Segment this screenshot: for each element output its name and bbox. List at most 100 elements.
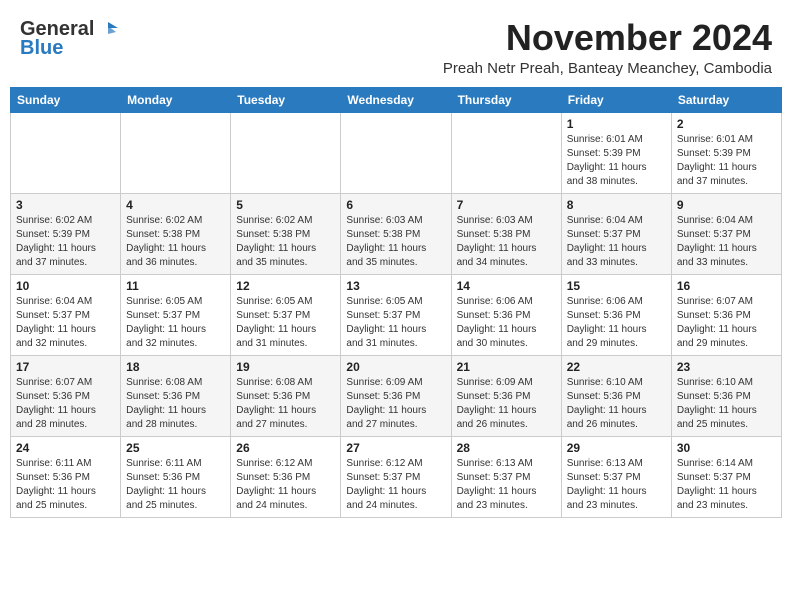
day-number: 28 (457, 441, 556, 455)
day-info: Sunrise: 6:05 AMSunset: 5:37 PMDaylight:… (346, 295, 445, 351)
day-number: 5 (236, 198, 335, 212)
calendar-cell (121, 112, 231, 193)
day-info: Sunrise: 6:13 AMSunset: 5:37 PMDaylight:… (457, 457, 556, 513)
calendar-cell: 7 Sunrise: 6:03 AMSunset: 5:38 PMDaylight… (451, 193, 561, 274)
day-info: Sunrise: 6:08 AMSunset: 5:36 PMDaylight:… (236, 376, 335, 432)
day-number: 20 (346, 360, 445, 374)
day-info: Sunrise: 6:12 AMSunset: 5:36 PMDaylight:… (236, 457, 335, 513)
day-number: 29 (567, 441, 666, 455)
calendar-cell: 27 Sunrise: 6:12 AMSunset: 5:37 PMDayligh… (341, 436, 451, 517)
day-info: Sunrise: 6:06 AMSunset: 5:36 PMDaylight:… (457, 295, 556, 351)
calendar-cell: 30Sunrise: 6:14 AMSunset: 5:37 PMDayligh… (671, 436, 781, 517)
calendar-week-row: 10 Sunrise: 6:04 AMSunset: 5:37 PMDayligh… (11, 274, 782, 355)
day-number: 2 (677, 117, 776, 131)
day-number: 21 (457, 360, 556, 374)
day-info: Sunrise: 6:01 AMSunset: 5:39 PMDaylight:… (567, 133, 666, 189)
day-info: Sunrise: 6:02 AMSunset: 5:39 PMDaylight:… (16, 214, 115, 270)
calendar-week-row: 1 Sunrise: 6:01 AMSunset: 5:39 PMDaylight… (11, 112, 782, 193)
calendar-cell: 24 Sunrise: 6:11 AMSunset: 5:36 PMDayligh… (11, 436, 121, 517)
calendar-cell: 11Sunrise: 6:05 AMSunset: 5:37 PMDayligh… (121, 274, 231, 355)
day-info: Sunrise: 6:01 AMSunset: 5:39 PMDaylight:… (677, 133, 776, 189)
weekday-header-friday: Friday (561, 87, 671, 112)
calendar-week-row: 17 Sunrise: 6:07 AMSunset: 5:36 PMDayligh… (11, 355, 782, 436)
calendar-cell: 6 Sunrise: 6:03 AMSunset: 5:38 PMDaylight… (341, 193, 451, 274)
day-info: Sunrise: 6:11 AMSunset: 5:36 PMDaylight:… (16, 457, 115, 513)
day-info: Sunrise: 6:07 AMSunset: 5:36 PMDaylight:… (16, 376, 115, 432)
day-info: Sunrise: 6:02 AMSunset: 5:38 PMDaylight:… (126, 214, 225, 270)
calendar-cell: 3 Sunrise: 6:02 AMSunset: 5:39 PMDaylight… (11, 193, 121, 274)
page-header: General Blue November 2024 Preah Netr Pr… (10, 10, 782, 81)
calendar-week-row: 24 Sunrise: 6:11 AMSunset: 5:36 PMDayligh… (11, 436, 782, 517)
weekday-header-monday: Monday (121, 87, 231, 112)
calendar-cell: 26 Sunrise: 6:12 AMSunset: 5:36 PMDayligh… (231, 436, 341, 517)
day-info: Sunrise: 6:04 AMSunset: 5:37 PMDaylight:… (16, 295, 115, 351)
day-number: 3 (16, 198, 115, 212)
day-info: Sunrise: 6:09 AMSunset: 5:36 PMDaylight:… (346, 376, 445, 432)
calendar-cell: 1 Sunrise: 6:01 AMSunset: 5:39 PMDaylight… (561, 112, 671, 193)
calendar-cell: 13Sunrise: 6:05 AMSunset: 5:37 PMDayligh… (341, 274, 451, 355)
day-info: Sunrise: 6:12 AMSunset: 5:37 PMDaylight:… (346, 457, 445, 513)
month-title: November 2024 (443, 18, 772, 58)
calendar-cell: 28 Sunrise: 6:13 AMSunset: 5:37 PMDayligh… (451, 436, 561, 517)
day-number: 10 (16, 279, 115, 293)
day-info: Sunrise: 6:10 AMSunset: 5:36 PMDaylight:… (677, 376, 776, 432)
day-number: 24 (16, 441, 115, 455)
weekday-header-thursday: Thursday (451, 87, 561, 112)
day-number: 30 (677, 441, 776, 455)
calendar-cell (451, 112, 561, 193)
weekday-header-tuesday: Tuesday (231, 87, 341, 112)
day-number: 16 (677, 279, 776, 293)
calendar-cell (11, 112, 121, 193)
day-number: 15 (567, 279, 666, 293)
calendar-cell: 10 Sunrise: 6:04 AMSunset: 5:37 PMDayligh… (11, 274, 121, 355)
day-info: Sunrise: 6:07 AMSunset: 5:36 PMDaylight:… (677, 295, 776, 351)
calendar-cell: 17 Sunrise: 6:07 AMSunset: 5:36 PMDayligh… (11, 355, 121, 436)
calendar-cell: 9 Sunrise: 6:04 AMSunset: 5:37 PMDaylight… (671, 193, 781, 274)
day-number: 25 (126, 441, 225, 455)
day-info: Sunrise: 6:05 AMSunset: 5:37 PMDaylight:… (126, 295, 225, 351)
calendar-cell: 18 Sunrise: 6:08 AMSunset: 5:36 PMDayligh… (121, 355, 231, 436)
day-number: 22 (567, 360, 666, 374)
calendar-cell: 2 Sunrise: 6:01 AMSunset: 5:39 PMDaylight… (671, 112, 781, 193)
calendar-table: SundayMondayTuesdayWednesdayThursdayFrid… (10, 87, 782, 518)
calendar-cell: 16 Sunrise: 6:07 AMSunset: 5:36 PMDayligh… (671, 274, 781, 355)
calendar-cell: 29 Sunrise: 6:13 AMSunset: 5:37 PMDayligh… (561, 436, 671, 517)
day-info: Sunrise: 6:13 AMSunset: 5:37 PMDaylight:… (567, 457, 666, 513)
calendar-cell: 20 Sunrise: 6:09 AMSunset: 5:36 PMDayligh… (341, 355, 451, 436)
calendar-cell: 15 Sunrise: 6:06 AMSunset: 5:36 PMDayligh… (561, 274, 671, 355)
day-number: 18 (126, 360, 225, 374)
calendar-cell: 23Sunrise: 6:10 AMSunset: 5:36 PMDayligh… (671, 355, 781, 436)
subtitle: Preah Netr Preah, Banteay Meanchey, Camb… (443, 60, 772, 77)
day-info: Sunrise: 6:10 AMSunset: 5:36 PMDaylight:… (567, 376, 666, 432)
logo: General Blue (20, 18, 118, 58)
day-info: Sunrise: 6:09 AMSunset: 5:36 PMDaylight:… (457, 376, 556, 432)
day-info: Sunrise: 6:04 AMSunset: 5:37 PMDaylight:… (677, 214, 776, 270)
day-info: Sunrise: 6:08 AMSunset: 5:36 PMDaylight:… (126, 376, 225, 432)
calendar-cell: 4 Sunrise: 6:02 AMSunset: 5:38 PMDaylight… (121, 193, 231, 274)
day-number: 6 (346, 198, 445, 212)
day-number: 17 (16, 360, 115, 374)
weekday-header-wednesday: Wednesday (341, 87, 451, 112)
day-info: Sunrise: 6:03 AMSunset: 5:38 PMDaylight:… (457, 214, 556, 270)
day-number: 4 (126, 198, 225, 212)
day-number: 9 (677, 198, 776, 212)
day-info: Sunrise: 6:05 AMSunset: 5:37 PMDaylight:… (236, 295, 335, 351)
day-number: 12 (236, 279, 335, 293)
day-number: 27 (346, 441, 445, 455)
title-section: November 2024 Preah Netr Preah, Banteay … (443, 18, 772, 77)
day-number: 8 (567, 198, 666, 212)
day-info: Sunrise: 6:03 AMSunset: 5:38 PMDaylight:… (346, 214, 445, 270)
calendar-cell (231, 112, 341, 193)
calendar-cell: 21 Sunrise: 6:09 AMSunset: 5:36 PMDayligh… (451, 355, 561, 436)
day-number: 26 (236, 441, 335, 455)
calendar-cell: 12 Sunrise: 6:05 AMSunset: 5:37 PMDayligh… (231, 274, 341, 355)
logo-bird-icon (96, 18, 118, 40)
calendar-cell: 19 Sunrise: 6:08 AMSunset: 5:36 PMDayligh… (231, 355, 341, 436)
calendar-week-row: 3 Sunrise: 6:02 AMSunset: 5:39 PMDaylight… (11, 193, 782, 274)
day-info: Sunrise: 6:06 AMSunset: 5:36 PMDaylight:… (567, 295, 666, 351)
day-number: 19 (236, 360, 335, 374)
day-info: Sunrise: 6:04 AMSunset: 5:37 PMDaylight:… (567, 214, 666, 270)
day-number: 1 (567, 117, 666, 131)
calendar-cell: 8 Sunrise: 6:04 AMSunset: 5:37 PMDaylight… (561, 193, 671, 274)
day-number: 7 (457, 198, 556, 212)
